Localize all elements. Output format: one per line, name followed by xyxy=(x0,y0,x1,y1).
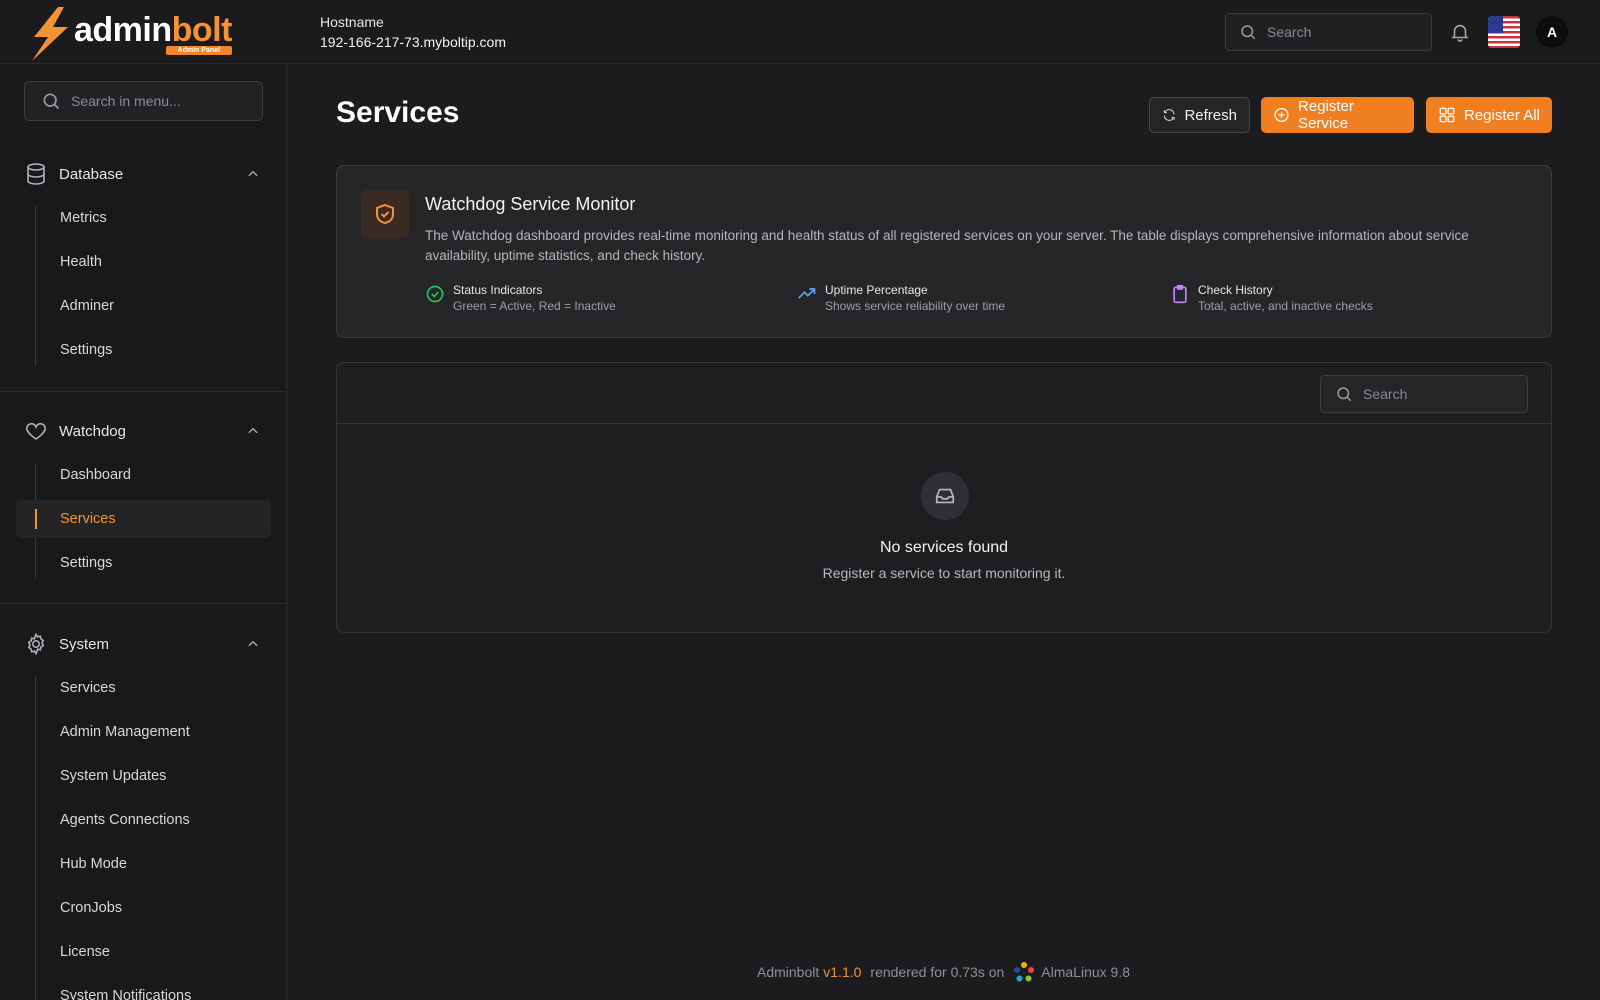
sidebar-item-metrics[interactable]: Metrics xyxy=(60,208,107,228)
sidebar-divider xyxy=(0,603,286,604)
brand-badge: Admin Panel xyxy=(165,46,232,55)
brand-logo[interactable]: adminbolt Admin Panel xyxy=(28,6,268,62)
trending-up-icon xyxy=(798,288,816,299)
info-card-title: Watchdog Service Monitor xyxy=(425,194,636,214)
sidebar-item-watchdog-settings[interactable]: Settings xyxy=(60,553,112,573)
sidebar-section-watchdog[interactable]: Watchdog xyxy=(24,415,264,447)
hostname-value: 192-166-217-73.myboltip.com xyxy=(320,34,506,50)
sidebar-tree-line xyxy=(35,206,36,366)
footer-product: Adminbolt xyxy=(757,964,820,980)
inbox-icon xyxy=(935,488,955,504)
sidebar-section-label: Watchdog xyxy=(59,422,126,440)
register-service-button[interactable]: Register Service xyxy=(1261,97,1414,133)
hostname-label: Hostname xyxy=(320,14,384,30)
feature-check-history: Check History Total, active, and inactiv… xyxy=(1170,282,1373,314)
grid-icon xyxy=(1439,107,1455,123)
lightning-bolt-icon xyxy=(32,7,68,61)
feature-title: Status Indicators xyxy=(453,283,543,297)
sidebar-item-adminer[interactable]: Adminer xyxy=(60,296,114,316)
search-icon xyxy=(1241,25,1256,40)
shield-icon-box xyxy=(361,190,409,238)
sidebar-tree-line xyxy=(35,676,36,1000)
bell-icon[interactable] xyxy=(1449,20,1471,44)
menu-search-input[interactable] xyxy=(71,93,251,109)
heart-icon xyxy=(25,423,47,440)
sidebar-item-dashboard[interactable]: Dashboard xyxy=(60,465,131,485)
feature-description: Green = Active, Red = Inactive xyxy=(453,299,616,313)
footer-os: AlmaLinux 9.8 xyxy=(1041,964,1130,980)
inbox-icon-wrapper xyxy=(921,472,969,520)
sidebar: Database Metrics Health Adminer Settings… xyxy=(0,64,287,1000)
sidebar-section-label: System xyxy=(59,635,110,653)
register-service-button-label: Register Service xyxy=(1298,98,1354,132)
refresh-icon xyxy=(1163,109,1175,121)
feature-description: Shows service reliability over time xyxy=(825,299,1006,313)
top-bar: adminbolt Admin Panel Hostname 192-166-2… xyxy=(0,0,1600,64)
footer-version[interactable]: v1.1.0 xyxy=(823,964,861,980)
sidebar-item-health[interactable]: Health xyxy=(60,252,102,272)
services-table-card: No services found Register a service to … xyxy=(336,362,1552,633)
sidebar-item-watchdog-services[interactable]: Services xyxy=(60,509,116,529)
empty-state-title: No services found xyxy=(879,539,1009,556)
clipboard-icon xyxy=(1173,284,1187,304)
footer: Adminbolt v1.1.0 rendered for 0.73s on A… xyxy=(287,960,1600,984)
sidebar-item-system-notifications[interactable]: System Notifications xyxy=(60,986,191,1000)
feature-title: Check History xyxy=(1198,283,1273,297)
feature-title: Uptime Percentage xyxy=(825,283,928,297)
sidebar-item-system-services[interactable]: Services xyxy=(60,678,116,698)
gear-icon xyxy=(27,632,45,656)
sidebar-section-system[interactable]: System xyxy=(24,628,264,660)
table-toolbar xyxy=(337,363,1551,424)
chevron-up-icon xyxy=(248,427,258,434)
database-icon xyxy=(27,163,45,185)
avatar[interactable]: A xyxy=(1536,16,1568,48)
empty-state-subtitle: Register a service to start monitoring i… xyxy=(822,565,1066,581)
footer-render-time: rendered for 0.73s on xyxy=(870,964,1005,980)
table-search[interactable] xyxy=(1320,375,1528,413)
refresh-button-label: Refresh xyxy=(1184,106,1237,124)
refresh-button[interactable]: Refresh xyxy=(1149,97,1250,133)
register-all-button[interactable]: Register All xyxy=(1426,97,1552,133)
chevron-up-icon xyxy=(248,170,258,177)
brand-name-part2: bolt xyxy=(171,11,233,49)
chevron-up-icon xyxy=(248,640,258,647)
register-all-button-label: Register All xyxy=(1464,106,1540,124)
sidebar-divider xyxy=(0,391,286,392)
hostname-block: Hostname 192-166-217-73.myboltip.com xyxy=(320,12,506,52)
check-circle-icon xyxy=(426,285,444,303)
sidebar-item-hub-mode[interactable]: Hub Mode xyxy=(60,854,127,874)
global-search[interactable] xyxy=(1225,13,1432,51)
almalinux-logo-icon xyxy=(1014,962,1035,982)
shield-check-icon xyxy=(376,203,394,225)
feature-uptime-percentage: Uptime Percentage Shows service reliabil… xyxy=(797,282,1005,314)
search-icon xyxy=(43,93,60,110)
brand-name-part1: admin xyxy=(74,11,172,49)
brand-wordmark: adminbolt Admin Panel xyxy=(74,6,232,62)
feature-description: Total, active, and inactive checks xyxy=(1198,299,1373,313)
feature-status-indicators: Status Indicators Green = Active, Red = … xyxy=(425,282,616,314)
global-search-input[interactable] xyxy=(1267,24,1407,40)
sidebar-item-admin-management[interactable]: Admin Management xyxy=(60,722,190,742)
table-search-input[interactable] xyxy=(1363,386,1503,402)
sidebar-item-license[interactable]: License xyxy=(60,942,110,962)
sidebar-item-cronjobs[interactable]: CronJobs xyxy=(60,898,122,918)
sidebar-section-label: Database xyxy=(59,165,124,183)
page-title: Services xyxy=(336,96,460,129)
sidebar-section-database[interactable]: Database xyxy=(24,158,264,190)
sidebar-active-highlight xyxy=(16,500,271,538)
info-card-description: The Watchdog dashboard provides real-tim… xyxy=(425,228,1469,263)
sidebar-active-indicator xyxy=(35,509,37,529)
menu-search[interactable] xyxy=(24,81,263,121)
sidebar-item-agents-connections[interactable]: Agents Connections xyxy=(60,810,190,830)
search-icon xyxy=(1337,387,1352,402)
plus-circle-icon xyxy=(1274,107,1289,123)
watchdog-info-card: Watchdog Service Monitor The Watchdog da… xyxy=(336,165,1552,338)
sidebar-item-database-settings[interactable]: Settings xyxy=(60,340,112,360)
us-flag-icon[interactable] xyxy=(1488,16,1520,48)
sidebar-item-system-updates[interactable]: System Updates xyxy=(60,766,166,786)
